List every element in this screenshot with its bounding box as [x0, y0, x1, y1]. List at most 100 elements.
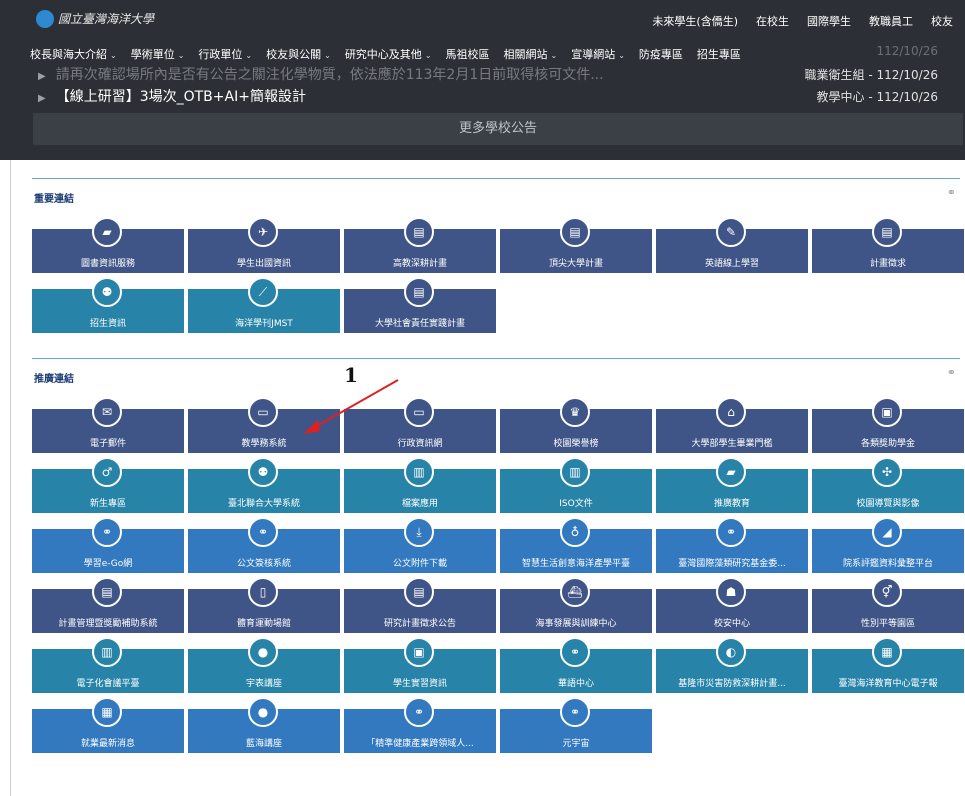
link-tile[interactable]: ⟋ 海洋學刊JMST: [188, 277, 340, 333]
menu-item[interactable]: 相關網站 ⌄: [504, 46, 558, 62]
link-tile-label: 臺灣海洋教育中心電子報: [838, 679, 938, 689]
top-link-prospective[interactable]: 未來學生(含僑生): [652, 13, 738, 29]
link-tile[interactable]: ● 藍海講座: [188, 697, 340, 753]
menu-item[interactable]: 防疫專區: [639, 46, 683, 62]
link-tile[interactable]: ▦ 就業最新消息: [32, 697, 184, 753]
link-tile[interactable]: ▣ 各類獎助學金: [812, 397, 964, 453]
link-tile[interactable]: ▭ 教學務系統: [188, 397, 340, 453]
link-tile[interactable]: ✎ 英語線上學習: [656, 217, 808, 273]
link-tile-label: 海洋學刊JMST: [235, 319, 293, 329]
link-tile[interactable]: ⚉ 招生資訊: [32, 277, 184, 333]
link-tile[interactable]: ✈ 學生出國資訊: [188, 217, 340, 273]
link-tile-label: 基隆市災害防救深耕計畫...: [678, 679, 786, 689]
link-tile[interactable]: ▣ 學生實習資訊: [344, 637, 496, 693]
news-title[interactable]: 請再次確認場所內是否有公告之關注化學物質，依法應於113年2月1日前取得核可文件…: [56, 67, 604, 83]
news-item[interactable]: ▶ 【線上研習】3場次_OTB+AI+簡報設計 教學中心 - 112/10/26: [38, 86, 938, 106]
link-tile-label: 高教深耕計畫: [392, 259, 447, 269]
link-icon: ⚭: [560, 697, 590, 727]
link-tile-label: 宇表講座: [245, 679, 282, 689]
link-tile[interactable]: ⚭ 臺灣國際藻類研究基金委...: [656, 517, 808, 573]
link-tile[interactable]: ⤓ 公文附件下載: [344, 517, 496, 573]
compass-icon: ✣: [872, 457, 902, 487]
menu-item[interactable]: 馬祖校區: [446, 46, 490, 62]
link-tile-label: 頂尖大學計畫: [548, 259, 603, 269]
main-menu: 校長與海大介紹 ⌄ 學術單位 ⌄ 行政單位 ⌄ 校友與公關 ⌄ 研究中心及其他 ⌄ 馬祖校區 相關網站…: [30, 43, 741, 65]
chart-line-icon: ⟋: [248, 277, 278, 307]
menu-item[interactable]: 校友與公關 ⌄: [266, 46, 331, 62]
top-link-alumni[interactable]: 校友: [931, 13, 953, 29]
link-tile[interactable]: ☗ 校安中心: [656, 577, 808, 633]
link-tile[interactable]: ▥ 電子化會議平臺: [32, 637, 184, 693]
area-chart-icon: ◢: [872, 517, 902, 547]
top-link-international[interactable]: 國際學生: [807, 13, 851, 29]
link-tile-label: 計畫管理暨獎勵補助系統: [58, 619, 158, 629]
link-tile[interactable]: ✣ 校園導覽與影像: [812, 457, 964, 513]
link-tile[interactable]: ♛ 校園榮譽榜: [500, 397, 652, 453]
menu-item[interactable]: 研究中心及其他 ⌄: [345, 46, 432, 62]
link-tile-label: 院系評鑑資料彙整平台: [842, 559, 933, 569]
section-divider: [32, 178, 960, 179]
link-tile[interactable]: ♁ 智慧生活創意海洋產學平臺: [500, 517, 652, 573]
link-tile[interactable]: ▤ 高教深耕計畫: [344, 217, 496, 273]
link-tile[interactable]: ⚭ 元宇宙: [500, 697, 652, 753]
link-tile[interactable]: ▤ 頂尖大學計畫: [500, 217, 652, 273]
link-tile-label: 推廣教育: [713, 499, 750, 509]
link-tile-label: 學生出國資訊: [236, 259, 291, 269]
link-tile[interactable]: ⌂ 大學部學生畢業門檻: [656, 397, 808, 453]
link-tile[interactable]: ⚭ 學習e-Go網: [32, 517, 184, 573]
link-tile[interactable]: ◐ 基隆市災害防救深耕計畫...: [656, 637, 808, 693]
link-tile-label: 公文簽核系統: [236, 559, 291, 569]
link-tile-label: 檔案應用: [401, 499, 438, 509]
link-tile[interactable]: ▥ ISO文件: [500, 457, 652, 513]
link-icon: ⚭: [404, 697, 434, 727]
link-tile[interactable]: ⚥ 性別平等園區: [812, 577, 964, 633]
link-tile-label: 圖書資訊服務: [80, 259, 135, 269]
menu-item-label: 相關網站: [503, 48, 548, 61]
top-link-staff[interactable]: 教職員工: [869, 13, 913, 29]
link-tile[interactable]: ⚭ 「精準健康產業跨領域人...: [344, 697, 496, 753]
document-icon: ▥: [92, 637, 122, 667]
link-tile-label: 臺北聯合大學系統: [227, 499, 300, 509]
link-tile[interactable]: ▰ 圖書資訊服務: [32, 217, 184, 273]
link-tile[interactable]: ▤ 計畫管理暨獎勵補助系統: [32, 577, 184, 633]
link-tile[interactable]: ✉ 電子郵件: [32, 397, 184, 453]
link-tile[interactable]: ▰ 推廣教育: [656, 457, 808, 513]
menu-item[interactable]: 學術單位 ⌄: [131, 46, 185, 62]
menu-item[interactable]: 校長與海大介紹 ⌄: [30, 46, 117, 62]
link-tile[interactable]: ⚭ 華語中心: [500, 637, 652, 693]
document-icon: ▥: [404, 457, 434, 487]
document-icon: ▥: [560, 457, 590, 487]
menu-right-date: 112/10/26: [876, 44, 938, 58]
link-tile-label: 體育運動場館: [236, 619, 291, 629]
link-tile[interactable]: ▤ 研究計畫徵求公告: [344, 577, 496, 633]
link-icon: ⚭: [92, 517, 122, 547]
link-tile-label: 校園榮譽榜: [553, 439, 599, 449]
menu-item[interactable]: 行政單位 ⌄: [198, 46, 252, 62]
link-tile[interactable]: ● 宇表講座: [188, 637, 340, 693]
link-tile[interactable]: ⚉ 臺北聯合大學系統: [188, 457, 340, 513]
link-tile[interactable]: ▭ 行政資訊網: [344, 397, 496, 453]
top-link-students[interactable]: 在校生: [756, 13, 789, 29]
menu-item[interactable]: 宣導網站 ⌄: [571, 46, 625, 62]
menu-item-label: 校長與海大介紹: [30, 48, 107, 61]
link-tile[interactable]: ▤ 計畫徵求: [812, 217, 964, 273]
link-tile[interactable]: ⛴ 海事發展與訓練中心: [500, 577, 652, 633]
logo-text[interactable]: 國立臺灣海洋大學: [58, 10, 154, 27]
link-icon[interactable]: ⚭: [947, 186, 956, 199]
link-tile[interactable]: ◢ 院系評鑑資料彙整平台: [812, 517, 964, 573]
link-tile[interactable]: ▯ 體育運動場館: [188, 577, 340, 633]
shield-icon: ◐: [716, 637, 746, 667]
news-item[interactable]: ▶ 請再次確認場所內是否有公告之關注化學物質，依法應於113年2月1日前取得核可文…: [38, 64, 938, 84]
link-tile[interactable]: ▦ 臺灣海洋教育中心電子報: [812, 637, 964, 693]
news-title[interactable]: 【線上研習】3場次_OTB+AI+簡報設計: [56, 89, 306, 105]
link-tile[interactable]: ▥ 檔案應用: [344, 457, 496, 513]
link-tile[interactable]: ▤ 大學社會責任實踐計畫: [344, 277, 496, 333]
news-date: 教學中心 - 112/10/26: [816, 90, 939, 104]
users-icon: ⚉: [92, 277, 122, 307]
more-announcements-button[interactable]: 更多學校公告: [33, 113, 963, 145]
link-icon[interactable]: ⚭: [947, 366, 956, 379]
menu-item[interactable]: 招生專區: [697, 46, 741, 62]
link-tile[interactable]: ♂ 新生專區: [32, 457, 184, 513]
link-tile[interactable]: ⚭ 公文簽核系統: [188, 517, 340, 573]
logo-icon[interactable]: [36, 10, 54, 28]
